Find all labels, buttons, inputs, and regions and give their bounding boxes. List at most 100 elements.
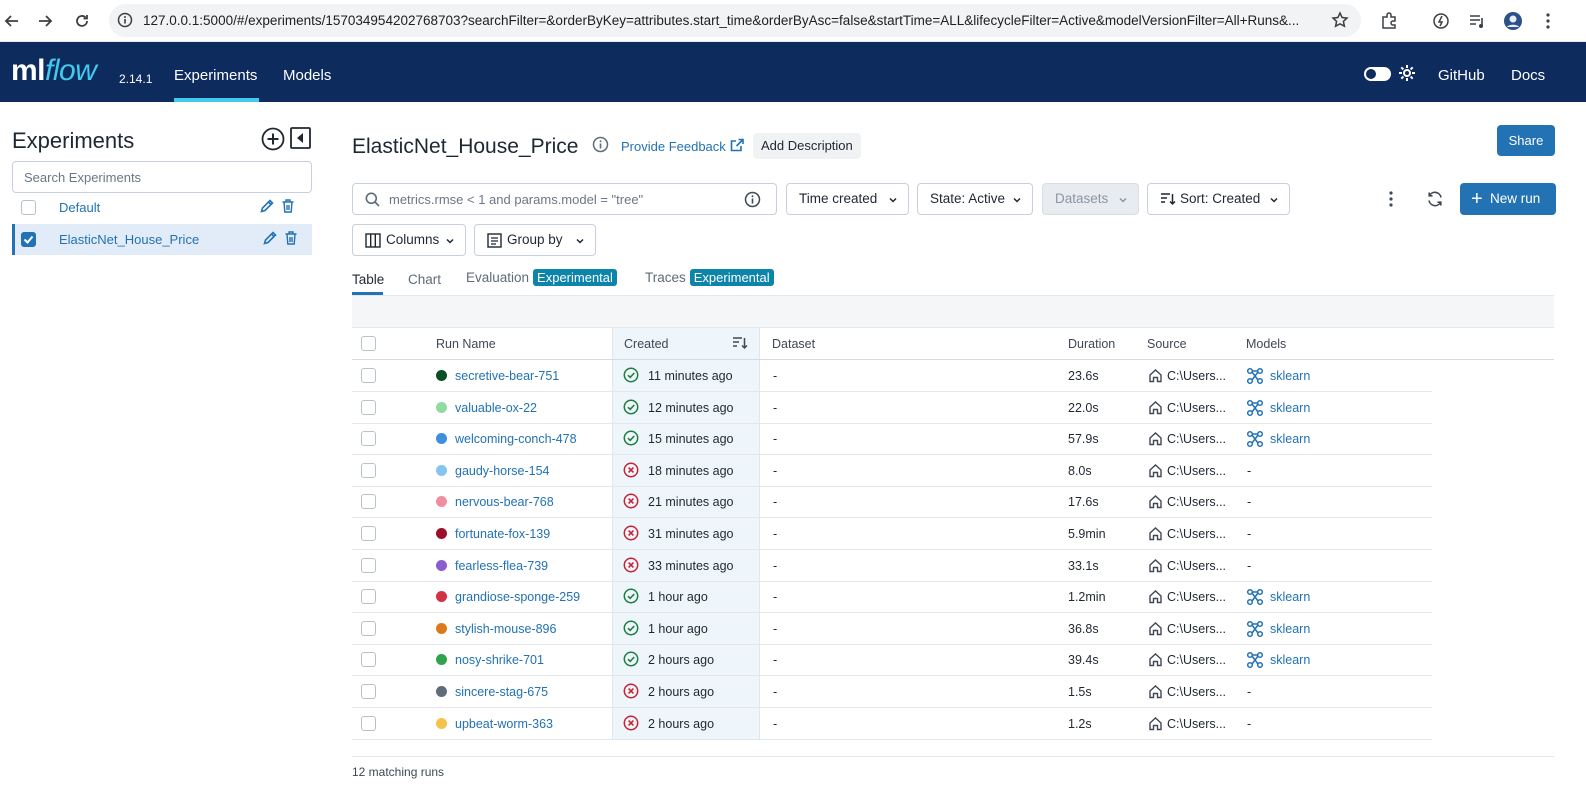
info-icon[interactable] xyxy=(592,136,609,156)
more-options-icon[interactable] xyxy=(1388,190,1394,211)
column-header-dataset[interactable]: Dataset xyxy=(772,337,815,351)
table-row[interactable]: fearless-flea-739 33 minutes ago - 33.1s C:\… xyxy=(352,550,1432,582)
experiment-item-elasticnet[interactable]: ElasticNet_House_Price xyxy=(12,224,312,255)
run-color-dot[interactable] xyxy=(436,622,447,634)
run-checkbox[interactable] xyxy=(361,526,376,541)
pencil-icon[interactable] xyxy=(259,198,275,217)
run-name-link[interactable]: upbeat-worm-363 xyxy=(455,717,553,731)
media-queue-icon[interactable] xyxy=(1465,9,1489,33)
search-experiments-input[interactable] xyxy=(12,161,312,193)
table-row[interactable]: upbeat-worm-363 2 hours ago - 1.2s C:\Users.… xyxy=(352,708,1432,740)
experiment-name[interactable]: Default xyxy=(59,200,100,215)
table-row[interactable]: fortunate-fox-139 31 minutes ago - 5.9min C:… xyxy=(352,518,1432,550)
run-model-link[interactable]: sklearn xyxy=(1270,401,1310,415)
run-name-link[interactable]: fortunate-fox-139 xyxy=(455,527,550,541)
tab-table[interactable]: Table xyxy=(352,272,384,287)
provide-feedback-link[interactable]: Provide Feedback xyxy=(621,139,726,154)
search-runs-input[interactable] xyxy=(389,184,729,214)
run-source[interactable]: C:\Users... xyxy=(1167,717,1226,731)
experiment-checkbox-checked[interactable] xyxy=(21,232,36,247)
table-row[interactable]: nervous-bear-768 21 minutes ago - 17.6s C:\U… xyxy=(352,486,1432,519)
column-header-run-name[interactable]: Run Name xyxy=(436,337,496,351)
site-info-icon[interactable] xyxy=(117,12,133,31)
browser-menu-icon[interactable] xyxy=(1536,9,1560,33)
sort-descending-icon[interactable] xyxy=(732,336,748,353)
run-color-dot[interactable] xyxy=(436,401,447,413)
run-color-dot[interactable] xyxy=(436,717,447,729)
table-row[interactable]: sincere-stag-675 2 hours ago - 1.5s C:\Users… xyxy=(352,676,1432,708)
performance-icon[interactable] xyxy=(1429,9,1453,33)
extensions-icon[interactable] xyxy=(1377,9,1401,33)
new-run-button[interactable]: + New run xyxy=(1460,183,1556,215)
run-model-link[interactable]: sklearn xyxy=(1270,432,1310,446)
bookmark-star-icon[interactable] xyxy=(1331,11,1349,32)
pencil-icon[interactable] xyxy=(262,230,278,249)
run-color-dot[interactable] xyxy=(436,559,447,571)
table-row[interactable]: welcoming-conch-478 15 minutes ago - 57.9s C… xyxy=(352,423,1432,456)
table-row[interactable]: gaudy-horse-154 18 minutes ago - 8.0s C:\Use… xyxy=(352,455,1432,487)
sort-dropdown[interactable]: Sort: Created xyxy=(1147,183,1290,215)
run-color-dot[interactable] xyxy=(436,591,447,603)
run-checkbox[interactable] xyxy=(361,462,376,478)
back-arrow-icon[interactable] xyxy=(0,9,24,33)
run-source[interactable]: C:\Users... xyxy=(1167,369,1226,383)
run-source[interactable]: C:\Users... xyxy=(1167,622,1226,636)
profile-avatar-icon[interactable] xyxy=(1501,9,1525,33)
theme-toggle[interactable] xyxy=(1364,67,1391,81)
datasets-dropdown[interactable]: Datasets xyxy=(1042,183,1139,215)
gear-icon[interactable] xyxy=(1398,64,1416,85)
trash-icon[interactable] xyxy=(284,230,298,249)
address-bar[interactable]: 127.0.0.1:5000/#/experiments/15703495420… xyxy=(109,4,1361,37)
run-source[interactable]: C:\Users... xyxy=(1167,559,1226,573)
column-header-duration[interactable]: Duration xyxy=(1068,337,1115,351)
time-created-dropdown[interactable]: Time created xyxy=(786,183,909,215)
run-checkbox[interactable] xyxy=(361,589,376,605)
run-name-link[interactable]: gaudy-horse-154 xyxy=(455,464,550,478)
run-color-dot[interactable] xyxy=(436,654,447,666)
collapse-sidebar-icon[interactable] xyxy=(290,127,311,152)
run-source[interactable]: C:\Users... xyxy=(1167,432,1226,446)
state-dropdown[interactable]: State: Active xyxy=(917,183,1033,215)
plus-circle-icon[interactable] xyxy=(261,127,285,154)
run-source[interactable]: C:\Users... xyxy=(1167,653,1226,667)
run-color-dot[interactable] xyxy=(436,528,447,539)
table-row[interactable]: grandiose-sponge-259 1 hour ago - 1.2min C:\… xyxy=(352,581,1432,614)
table-row[interactable]: nosy-shrike-701 2 hours ago - 39.4s C:\Users… xyxy=(352,644,1432,677)
column-header-models[interactable]: Models xyxy=(1246,337,1286,351)
experiment-name[interactable]: ElasticNet_House_Price xyxy=(59,232,199,247)
group-by-dropdown[interactable]: Group by xyxy=(474,224,596,256)
nav-tab-models[interactable]: Models xyxy=(283,67,331,84)
info-icon[interactable] xyxy=(744,191,761,211)
run-checkbox[interactable] xyxy=(361,684,376,699)
run-checkbox[interactable] xyxy=(361,494,376,510)
tab-evaluation[interactable]: Evaluation Experimental xyxy=(466,269,617,286)
mlflow-logo[interactable]: mlflow xyxy=(11,54,97,88)
run-checkbox[interactable] xyxy=(361,368,376,383)
reload-icon[interactable] xyxy=(70,9,94,33)
run-name-link[interactable]: secretive-bear-751 xyxy=(455,369,559,383)
tab-traces[interactable]: Traces Experimental xyxy=(645,269,774,286)
run-name-link[interactable]: valuable-ox-22 xyxy=(455,401,537,415)
experiment-item-default[interactable]: Default xyxy=(12,192,312,223)
forward-arrow-icon[interactable] xyxy=(33,9,57,33)
run-name-link[interactable]: stylish-mouse-896 xyxy=(455,622,556,636)
run-name-link[interactable]: welcoming-conch-478 xyxy=(455,432,577,446)
run-name-link[interactable]: sincere-stag-675 xyxy=(455,685,548,699)
run-model-link[interactable]: sklearn xyxy=(1270,622,1310,636)
run-color-dot[interactable] xyxy=(436,433,447,445)
run-checkbox[interactable] xyxy=(361,620,376,636)
run-source[interactable]: C:\Users... xyxy=(1167,464,1226,478)
run-checkbox[interactable] xyxy=(361,652,376,668)
run-model-link[interactable]: sklearn xyxy=(1270,369,1310,383)
table-row[interactable]: stylish-mouse-896 1 hour ago - 36.8s C:\User… xyxy=(352,613,1432,645)
tab-chart[interactable]: Chart xyxy=(408,272,441,287)
run-color-dot[interactable] xyxy=(436,496,447,508)
run-source[interactable]: C:\Users... xyxy=(1167,527,1226,541)
run-checkbox[interactable] xyxy=(361,715,376,731)
run-name-link[interactable]: nosy-shrike-701 xyxy=(455,653,544,667)
run-source[interactable]: C:\Users... xyxy=(1167,590,1226,604)
external-link-icon[interactable] xyxy=(729,137,745,156)
run-checkbox[interactable] xyxy=(361,399,376,415)
run-name-link[interactable]: nervous-bear-768 xyxy=(455,495,554,509)
columns-dropdown[interactable]: Columns xyxy=(352,224,466,256)
